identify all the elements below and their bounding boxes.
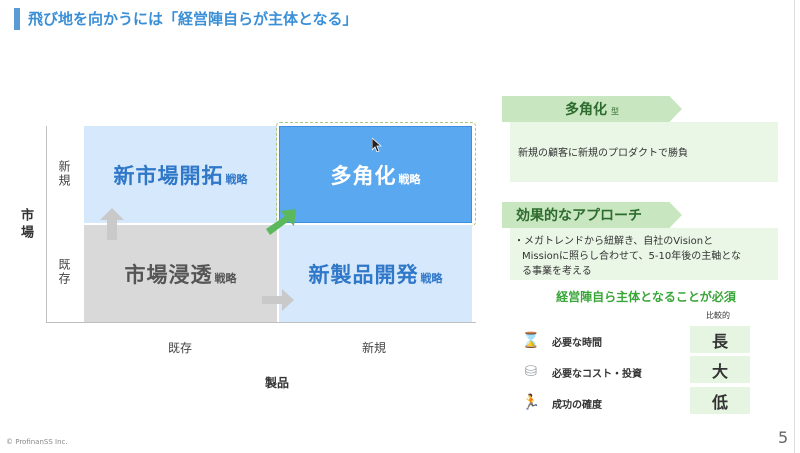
conclusion-text: 経営陣自ら主体となることが必須	[556, 290, 736, 304]
approach-line-2: Missionに照らし合わせて、5-10年後の主軸とな	[522, 251, 741, 262]
diversify-header: 多角化 型	[502, 96, 682, 122]
title-accent-bar	[14, 8, 20, 30]
x-axis-title: 製品	[265, 376, 290, 390]
page-number: 5	[778, 428, 789, 447]
compare-header: 比較的	[706, 311, 730, 320]
approach-line-1: ・メガトレンドから紐解き、自社のVisionと	[514, 236, 714, 247]
row-time-value: 長	[690, 326, 750, 353]
cell-bl-main: 市場浸透	[124, 262, 213, 287]
coins-icon: ⛁	[524, 362, 538, 380]
y-label-new: 新規	[57, 160, 71, 188]
hourglass-icon: ⌛	[521, 331, 541, 349]
cell-br-main: 新製品開発	[308, 262, 419, 287]
cell-tr-suffix: 戦略	[398, 172, 421, 186]
approach-header: 効果的なアプローチ	[502, 202, 682, 228]
slide-title: 飛び地を向かうには「経営陣自らが主体となる」	[28, 10, 358, 28]
arrow-up-icon	[100, 208, 124, 240]
y-axis-line	[46, 126, 47, 322]
y-axis-title: 市場	[18, 208, 33, 242]
row-time-label: 必要な時間	[552, 338, 602, 349]
right-edge-border	[794, 0, 795, 453]
cell-bl-suffix: 戦略	[214, 271, 237, 285]
cell-tl-main: 新市場開拓	[113, 163, 224, 188]
x-label-new: 新規	[362, 341, 387, 355]
x-label-existing: 既存	[168, 341, 193, 355]
cell-tl-suffix: 戦略	[225, 172, 248, 186]
x-axis-line	[46, 322, 476, 323]
row-success-value: 低	[690, 387, 750, 414]
mouse-cursor-icon	[372, 138, 382, 152]
y-label-existing: 既存	[57, 258, 71, 286]
cell-product-development: 新製品開発 戦略	[279, 225, 472, 322]
copyright: © ProfinanSS Inc.	[6, 438, 68, 446]
approach-title: 効果的なアプローチ	[516, 208, 642, 224]
row-success-label: 成功の確度	[552, 400, 602, 411]
runner-icon: 🏃	[521, 393, 541, 411]
row-cost-value: 大	[690, 356, 750, 383]
arrow-diagonal-icon	[266, 209, 296, 235]
row-cost-label: 必要なコスト・投資	[552, 369, 642, 380]
diversify-title: 多角化	[565, 102, 607, 118]
diversify-description: 新規の顧客に新規のプロダクトで勝負	[518, 148, 688, 159]
cell-br-suffix: 戦略	[420, 271, 443, 285]
approach-line-3: る事業を考える	[522, 266, 592, 277]
approach-box: ・メガトレンドから紐解き、自社のVisionと Missionに照らし合わせて、…	[510, 228, 778, 280]
cell-tr-main: 多角化	[330, 163, 397, 188]
diversify-description-box: 新規の顧客に新規のプロダクトで勝負	[510, 122, 778, 182]
arrow-right-icon	[262, 289, 294, 311]
diversify-title-suffix: 型	[611, 106, 619, 116]
